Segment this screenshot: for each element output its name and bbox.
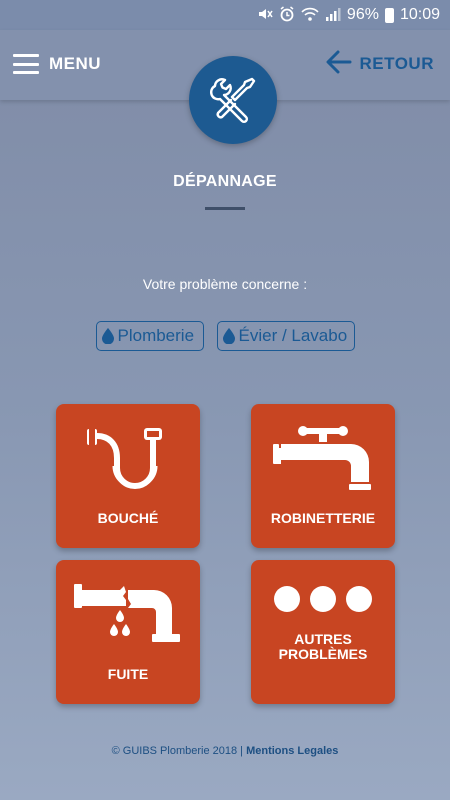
faucet-icon [273, 426, 371, 490]
alarm-icon [279, 5, 295, 25]
signal-icon [325, 6, 341, 25]
menu-label: MENU [49, 54, 102, 73]
tile-robinetterie[interactable]: ROBINETTERIE [251, 404, 395, 548]
page-title: DÉPANNAGE [173, 173, 277, 190]
copyright-text: © GUIBS Plomberie 2018 | [111, 745, 247, 757]
tile-bouche[interactable]: BOUCHÉ [56, 404, 200, 548]
mute-icon [257, 6, 273, 25]
battery-percentage: 96% [346, 6, 379, 23]
wifi-icon [301, 6, 319, 25]
chip-plomberie[interactable]: Plomberie [95, 321, 204, 351]
leaking-pipe-icon [74, 584, 180, 642]
breadcrumb: Plomberie Évier / Lavabo [0, 321, 450, 351]
tile-label-line1: AUTRES [294, 631, 352, 647]
legal-notice-link[interactable]: Mentions Legales [246, 745, 338, 757]
chip-label: Évier / Lavabo [238, 326, 348, 345]
back-button[interactable]: RETOUR [326, 50, 434, 78]
clogged-pipe-icon [87, 428, 162, 489]
battery-icon [384, 7, 394, 23]
water-drop-icon [101, 328, 114, 344]
three-dots-icon [274, 586, 372, 612]
clock: 10:09 [399, 6, 440, 23]
tile-autres-problemes[interactable]: AUTRES PROBLÈMES [251, 560, 395, 704]
wrench-screwdriver-icon [209, 77, 256, 124]
tile-label: BOUCHÉ [97, 510, 159, 526]
chip-evier-lavabo[interactable]: Évier / Lavabo [216, 321, 355, 351]
tile-label: FUITE [107, 666, 149, 682]
water-drop-icon [222, 328, 235, 344]
title-divider [205, 207, 245, 210]
hamburger-icon [13, 54, 39, 74]
menu-button[interactable]: MENU [13, 50, 101, 78]
chip-label: Plomberie [117, 326, 195, 345]
tile-label-line2: PROBLÈMES [278, 646, 368, 662]
tile-label: ROBINETTERIE [270, 510, 376, 526]
footer: © GUIBS Plomberie 2018 | Mentions Legale… [0, 745, 450, 757]
back-label: RETOUR [359, 54, 434, 73]
tile-fuite[interactable]: FUITE [56, 560, 200, 704]
status-bar: 96% 10:09 [0, 0, 450, 30]
question-text: Votre problème concerne : [142, 276, 308, 292]
tools-badge [189, 56, 277, 144]
arrow-left-icon [326, 50, 352, 79]
